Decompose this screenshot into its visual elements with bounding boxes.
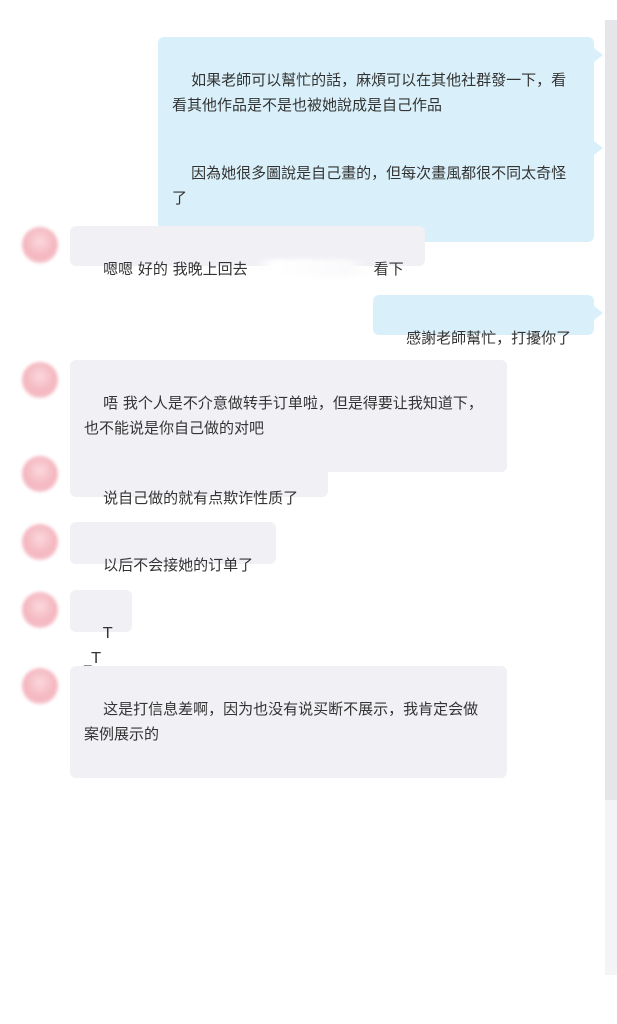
contact-avatar[interactable] [22,524,58,560]
message-bubble-received[interactable]: 嗯嗯 好的 我晚上回去 看下 [70,226,425,278]
message-bubble-sent[interactable]: 感謝老師幫忙，打擾你了 [373,295,603,347]
message-bubble-received[interactable]: 这是打信息差啊，因为也没有说买断不展示，我肯定会做案例展示的 [70,666,507,778]
message-text: 感謝老師幫忙，打擾你了 [406,329,572,347]
message-text: 嗯嗯 好的 我晚上回去 [103,260,248,278]
contact-avatar[interactable] [22,362,58,398]
message-text: 因為她很多圖說是自己畫的，但每次畫風都很不同太奇怪了 [172,164,567,207]
message-text: 以后不会接她的订单了 [103,556,254,574]
message-text: 说自己做的就有点欺诈性质了 [103,489,299,507]
message-bubble-received[interactable]: 说自己做的就有点欺诈性质了 [70,455,328,507]
message-bubble-received[interactable]: 以后不会接她的订单了 [70,522,276,574]
message-text: 唔 我个人是不介意做转手订单啦，但是得要让我知道下，也不能说是你自己做的对吧 [84,394,483,437]
contact-avatar[interactable] [22,456,58,492]
scrollbar-thumb[interactable] [605,20,617,800]
message-text: 这是打信息差啊，因为也没有说买断不展示，我肯定会做案例展示的 [84,700,479,743]
scrollbar-track[interactable] [605,20,617,975]
message-text: 看下 [373,260,404,278]
contact-avatar[interactable] [22,592,58,628]
chat-window: 如果老師可以幫忙的話，麻煩可以在其他社群發一下，看看其他作品是不是也被她說成是自… [0,0,617,1024]
message-text: 如果老師可以幫忙的話，麻煩可以在其他社群發一下，看看其他作品是不是也被她說成是自… [172,71,567,114]
contact-avatar[interactable] [22,668,58,704]
contact-avatar[interactable] [22,227,58,263]
message-bubble-received[interactable]: T_T [70,590,132,667]
redacted-text [251,259,370,277]
message-text: T_T [84,624,113,667]
